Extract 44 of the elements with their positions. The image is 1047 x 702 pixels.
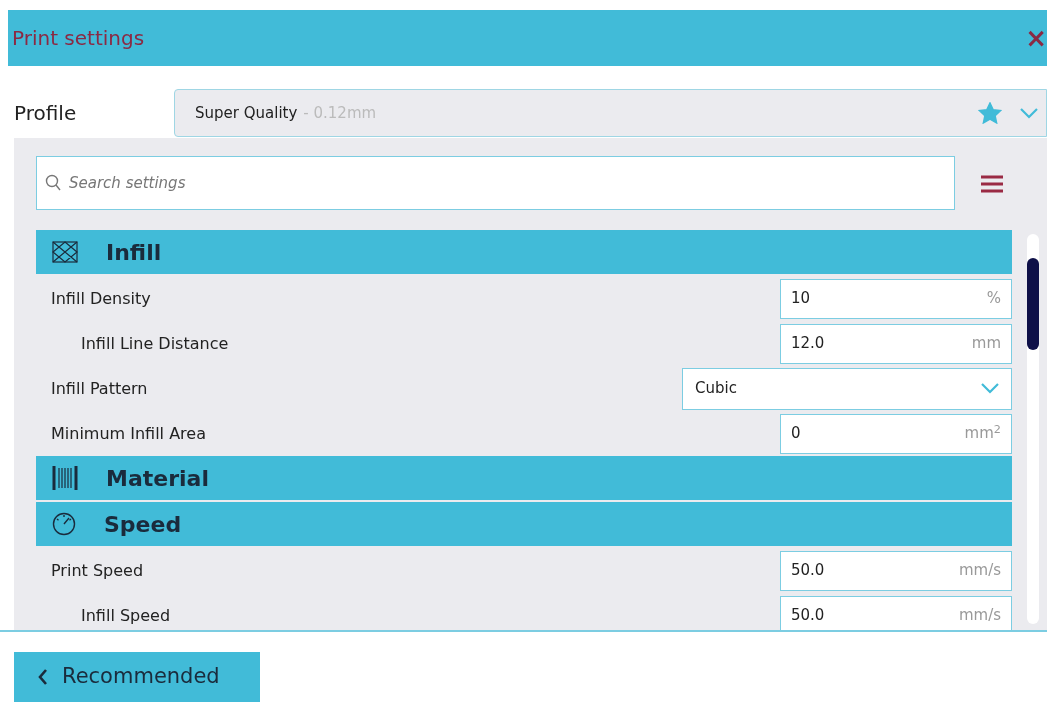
field-value: 12.0 (791, 333, 825, 355)
profile-label: Profile (14, 100, 78, 127)
pattern-dropdown[interactable]: Cubic (682, 367, 1012, 410)
field-value: 50.0 (791, 560, 825, 582)
unit-label: mm (971, 333, 1001, 355)
number-field[interactable]: 0 mm$^{2}$ (780, 413, 1012, 454)
setting-label: Infill Density (50, 287, 151, 310)
field-value: 10 (791, 288, 811, 310)
star-icon[interactable] (978, 102, 1002, 124)
section-header[interactable]: Speed (36, 502, 1012, 546)
search-icon (45, 174, 61, 192)
gauge-icon (52, 512, 76, 536)
setting-label: Infill Speed (80, 604, 171, 627)
setting-label: Print Speed (50, 559, 144, 582)
section-header[interactable]: Material (36, 456, 1012, 500)
profile-name: Super Quality (195, 102, 298, 124)
recommended-button[interactable]: Recommended (14, 652, 260, 702)
setting-label: Infill Line Distance (80, 332, 229, 355)
section-title: Material (106, 464, 209, 493)
window-title: Print settings (11, 25, 145, 52)
vertical-lines-icon (52, 465, 78, 491)
scrollbar-thumb[interactable] (1027, 258, 1039, 350)
number-field[interactable]: 50.0 mm/s (780, 595, 1012, 630)
unit-label: mm/s (958, 605, 1001, 627)
number-field[interactable]: 50.0 mm/s (780, 550, 1012, 591)
field-value: 50.0 (791, 605, 825, 627)
unit-label: mm/s (958, 560, 1001, 582)
search-field[interactable]: Search settings (36, 156, 955, 210)
chevron-down-icon (981, 383, 999, 394)
dropdown-value: Cubic (695, 378, 737, 400)
number-field[interactable]: 10 % (780, 278, 1012, 319)
close-button[interactable]: × (1025, 25, 1047, 51)
section-title: Speed (104, 510, 182, 539)
section-title: Infill (106, 238, 162, 267)
crosshatch-icon (52, 241, 78, 263)
chevron-left-icon (38, 669, 48, 685)
unit-label: mm$^{2}$ (964, 422, 1001, 445)
setting-label: Minimum Infill Area (50, 422, 206, 445)
chevron-down-icon (1020, 107, 1038, 119)
unit-label: % (986, 288, 1001, 310)
number-field[interactable]: 12.0 mm (780, 323, 1012, 364)
field-value: 0 (791, 423, 801, 445)
section-header[interactable]: Infill (36, 230, 1012, 274)
setting-label: Infill Pattern (50, 377, 148, 400)
